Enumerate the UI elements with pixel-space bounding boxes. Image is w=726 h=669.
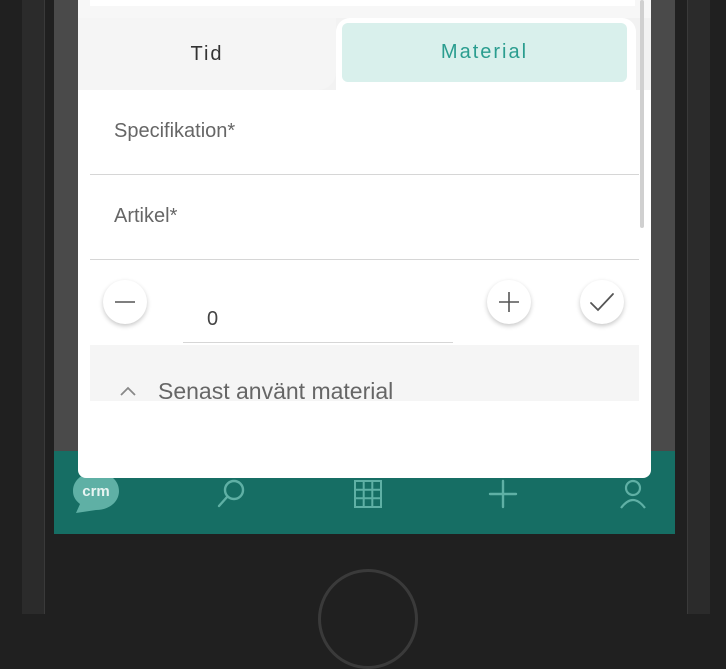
recent-material-section[interactable]: Senast använt material bbox=[90, 345, 639, 404]
plus-icon[interactable] bbox=[481, 472, 525, 516]
checkmark-icon bbox=[590, 293, 614, 312]
specification-label: Specifikation* bbox=[114, 120, 236, 142]
confirm-button[interactable] bbox=[580, 280, 624, 324]
tab-material-container: Material bbox=[336, 18, 636, 90]
tab-material[interactable]: Material bbox=[342, 23, 627, 82]
decrease-quantity-button[interactable] bbox=[103, 280, 147, 324]
grid-icon[interactable] bbox=[346, 472, 390, 516]
increase-quantity-button[interactable] bbox=[487, 280, 531, 324]
home-button[interactable] bbox=[318, 569, 418, 669]
material-modal: Tid Material Specifikation* Artikel* Sen… bbox=[78, 0, 651, 478]
scrollbar[interactable] bbox=[640, 0, 644, 228]
user-icon[interactable] bbox=[611, 472, 655, 516]
search-icon[interactable] bbox=[210, 472, 254, 516]
plus-icon bbox=[499, 292, 519, 312]
device-frame-right bbox=[687, 0, 710, 614]
minus-icon bbox=[115, 301, 135, 303]
article-field[interactable]: Artikel* bbox=[90, 175, 639, 260]
tab-tid[interactable]: Tid bbox=[78, 18, 336, 90]
tab-bar: Tid Material bbox=[78, 18, 651, 90]
recent-material-label: Senast använt material bbox=[158, 378, 394, 404]
chevron-up-icon bbox=[120, 386, 136, 396]
modal-header-strip bbox=[78, 0, 651, 18]
quantity-input[interactable] bbox=[183, 297, 453, 343]
specification-field[interactable]: Specifikation* bbox=[90, 90, 639, 175]
crm-logo-text: crm bbox=[82, 483, 110, 500]
device-frame-left bbox=[22, 0, 45, 614]
article-label: Artikel* bbox=[114, 205, 178, 227]
